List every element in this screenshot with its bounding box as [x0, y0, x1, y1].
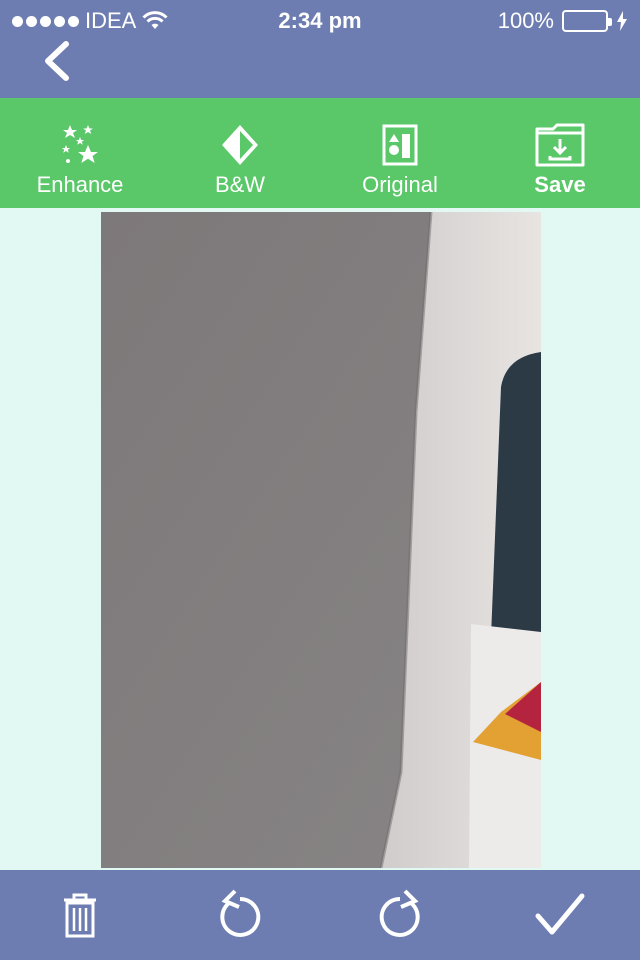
enhance-label: Enhance — [36, 172, 124, 197]
rotate-left-button[interactable] — [200, 875, 280, 955]
sparkles-icon — [61, 125, 98, 163]
filter-toolbar: Enhance B&W Original Save — [0, 98, 640, 208]
battery-percent: 100% — [497, 8, 554, 33]
original-button[interactable]: Original — [320, 98, 480, 208]
top-bar: IDEA 2:34 pm 100% — [0, 0, 640, 98]
chevron-left-icon — [45, 41, 69, 81]
save-button[interactable]: Save — [480, 98, 640, 208]
document-photo[interactable] — [101, 212, 541, 868]
bw-label: B&W — [214, 172, 266, 197]
trash-icon — [64, 893, 96, 938]
status-bar: IDEA 2:34 pm 100% — [0, 0, 640, 40]
save-label: Save — [534, 172, 586, 197]
original-label: Original — [362, 172, 438, 197]
photo-image — [101, 212, 541, 868]
rotate-left-icon — [220, 889, 261, 937]
bottom-toolbar — [0, 870, 640, 960]
battery-icon — [562, 10, 612, 32]
delete-button[interactable] — [40, 875, 120, 955]
status-right: 100% — [498, 8, 628, 34]
confirm-button[interactable] — [520, 875, 600, 955]
bw-button[interactable]: B&W — [160, 98, 320, 208]
enhance-button[interactable]: Enhance — [0, 98, 160, 208]
rotate-right-button[interactable] — [360, 875, 440, 955]
folder-download-icon — [535, 123, 585, 167]
checkmark-icon — [535, 893, 585, 935]
charging-bolt-icon — [617, 11, 627, 31]
rotate-right-icon — [379, 889, 420, 937]
back-button[interactable] — [38, 40, 78, 82]
shapes-icon — [382, 124, 418, 166]
contrast-diamond-icon — [222, 125, 258, 165]
